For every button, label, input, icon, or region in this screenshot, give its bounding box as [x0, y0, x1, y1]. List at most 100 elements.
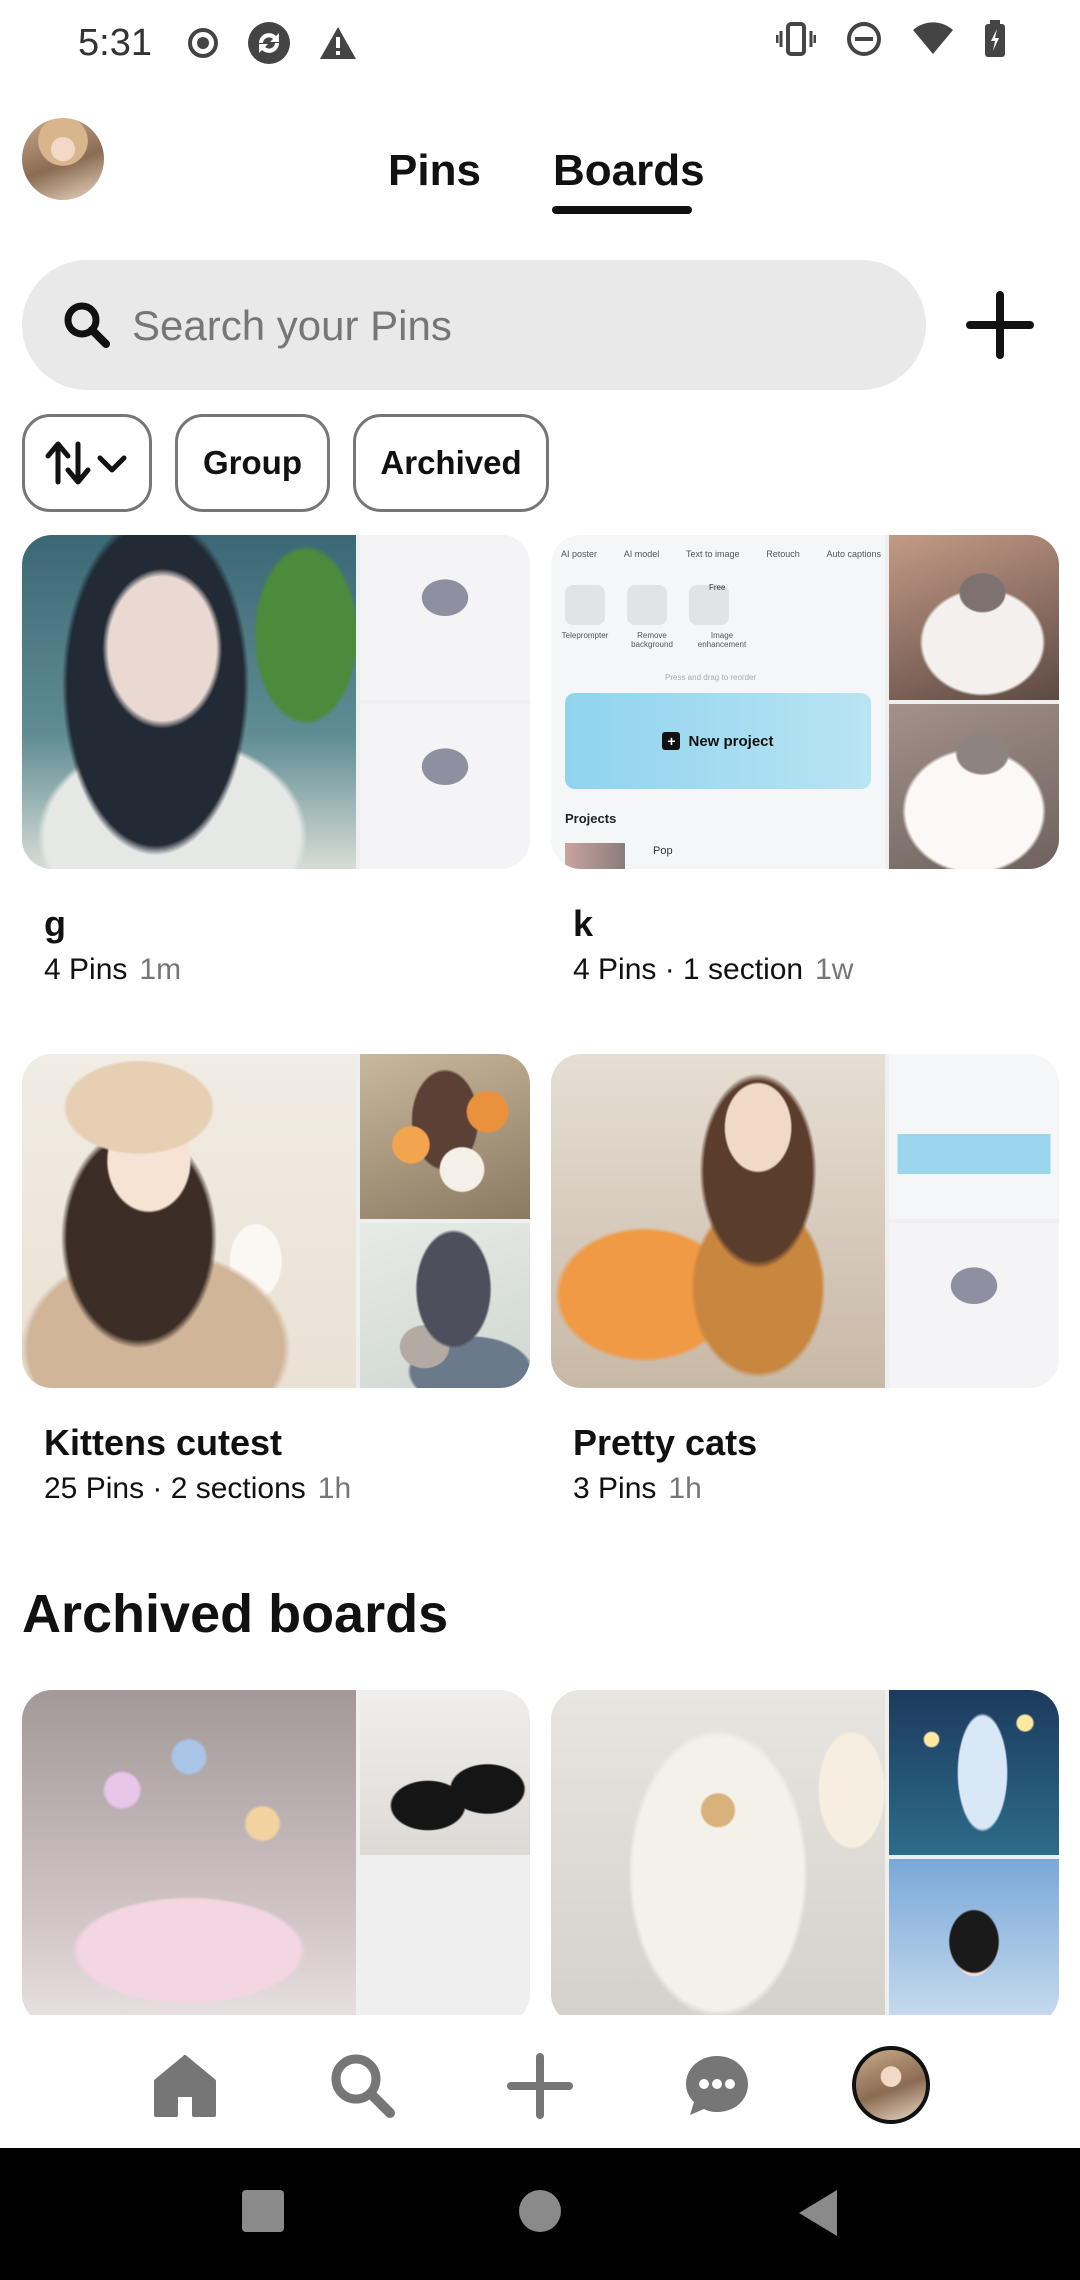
- board-image: [22, 535, 356, 869]
- board-card-g[interactable]: g 4 Pins 1m: [22, 535, 530, 1005]
- alert-icon: [320, 27, 356, 59]
- search-input[interactable]: Search your Pins: [22, 260, 926, 390]
- archived-board-card[interactable]: [551, 1690, 1059, 2015]
- board-updated-time: 1m: [139, 953, 182, 986]
- thumb-hint: Press and drag to reorder: [665, 673, 757, 682]
- board-meta: 3 Pins 1h: [573, 1472, 702, 1506]
- nav-home[interactable]: [145, 2046, 225, 2126]
- vibrate-icon: [776, 22, 816, 56]
- recents-icon[interactable]: [240, 2188, 286, 2234]
- thumb-label: Teleprompter: [561, 631, 609, 640]
- archived-board-card[interactable]: [22, 1690, 530, 2015]
- board-title: Pretty cats: [573, 1422, 758, 1463]
- board-image: [551, 1690, 885, 2015]
- status-bar: 5:31: [0, 0, 1080, 88]
- board-card-kittens-cutest[interactable]: Kittens cutest 25 Pins · 2 sections 1h: [22, 1054, 530, 1524]
- board-cover: [551, 1690, 1059, 2015]
- board-image: [889, 535, 1059, 700]
- board-card-pretty-cats[interactable]: Pretty cats 3 Pins 1h: [551, 1054, 1059, 1524]
- thumb-toolbar: AI poster AI model Text to image Retouch…: [561, 549, 881, 559]
- board-cover: [22, 535, 530, 869]
- thumb-label: Text to image: [685, 549, 740, 559]
- dnd-icon: [847, 22, 881, 56]
- board-image: [889, 1054, 1059, 1219]
- nav-search[interactable]: [323, 2046, 403, 2126]
- board-image: [360, 535, 530, 700]
- board-meta: 4 Pins 1m: [44, 953, 181, 987]
- archived-boards-heading: Archived boards: [22, 1584, 449, 1644]
- nav-profile-avatar[interactable]: [852, 2046, 930, 2124]
- tab-pins[interactable]: Pins: [388, 146, 481, 196]
- board-pin-count: 25 Pins · 2 sections: [44, 1472, 306, 1505]
- new-project-tile: + New project: [565, 693, 871, 789]
- board-pin-count: 4 Pins · 1 section: [573, 953, 804, 986]
- group-filter-button[interactable]: Group: [175, 414, 330, 512]
- create-icon: [507, 2053, 573, 2119]
- search-icon: [64, 302, 110, 348]
- thumb-pop: Pop: [653, 845, 673, 857]
- messages-icon: [686, 2056, 748, 2115]
- status-left-icons: [186, 20, 358, 66]
- board-image: [889, 1859, 1059, 2015]
- board-updated-time: 1h: [317, 1472, 352, 1505]
- thumb-label: Remove background: [631, 631, 673, 649]
- sort-button[interactable]: [22, 414, 152, 512]
- board-pin-count: 4 Pins: [44, 953, 128, 986]
- status-time: 5:31: [78, 22, 152, 64]
- thumb-label: Retouch: [766, 549, 800, 559]
- thumb-label: AI poster: [561, 549, 598, 559]
- board-updated-time: 1w: [815, 953, 854, 986]
- archived-filter-button[interactable]: Archived: [353, 414, 549, 512]
- board-cover: AI poster AI model Text to image Retouch…: [551, 535, 1059, 869]
- board-meta: 25 Pins · 2 sections 1h: [44, 1472, 351, 1506]
- board-image: [551, 1054, 885, 1388]
- sort-arrows-icon: [45, 441, 127, 485]
- thumb-tool-labels: Teleprompter Remove background Image enh…: [555, 631, 755, 649]
- board-image: [889, 1690, 1059, 1855]
- tabs: Pins Boards: [0, 140, 1080, 220]
- board-cover: [551, 1054, 1059, 1388]
- board-image: AI poster AI model Text to image Retouch…: [551, 535, 885, 869]
- status-right-icons: [776, 20, 1006, 58]
- board-image: [889, 704, 1059, 869]
- search-placeholder: Search your Pins: [132, 302, 452, 349]
- active-tab-indicator: [552, 206, 692, 214]
- thumb-projects: Projects: [565, 811, 617, 826]
- battery-icon: [985, 20, 1005, 57]
- thumb-label: Image enhancement: [697, 631, 747, 649]
- nav-messages[interactable]: [677, 2046, 757, 2126]
- board-meta: 4 Pins · 1 section 1w: [573, 953, 853, 987]
- search-icon: [331, 2054, 395, 2118]
- thumb-label: Auto captions: [826, 549, 881, 559]
- board-image: [360, 1859, 530, 2015]
- board-image: [360, 1690, 530, 1855]
- sync-icon: [248, 22, 290, 64]
- board-image: [360, 704, 530, 869]
- android-nav-bar: [0, 2148, 1080, 2280]
- wifi-icon: [913, 22, 953, 54]
- board-updated-time: 1h: [668, 1472, 702, 1505]
- board-image: [360, 1223, 530, 1388]
- record-icon: [188, 28, 218, 58]
- board-title: g: [44, 903, 66, 944]
- board-title: Kittens cutest: [44, 1422, 283, 1463]
- thumb-label: AI model: [623, 549, 660, 559]
- free-badge: Free: [709, 583, 726, 592]
- tab-boards[interactable]: Boards: [553, 146, 705, 196]
- board-card-k[interactable]: AI poster AI model Text to image Retouch…: [551, 535, 1059, 1005]
- create-board-button[interactable]: [960, 285, 1040, 365]
- back-icon[interactable]: [795, 2188, 841, 2238]
- bottom-nav: [0, 2016, 1080, 2148]
- home-icon: [154, 2055, 216, 2117]
- nav-create[interactable]: [500, 2046, 580, 2126]
- home-button-icon[interactable]: [517, 2188, 563, 2234]
- board-image: [889, 1223, 1059, 1388]
- board-image: [22, 1054, 356, 1388]
- board-pin-count: 3 Pins: [573, 1472, 657, 1505]
- board-image: [22, 1690, 356, 2015]
- board-cover: [22, 1054, 530, 1388]
- board-cover: [22, 1690, 530, 2015]
- board-title: k: [573, 903, 594, 944]
- thumb-label: New project: [688, 732, 774, 750]
- board-image: [360, 1054, 530, 1219]
